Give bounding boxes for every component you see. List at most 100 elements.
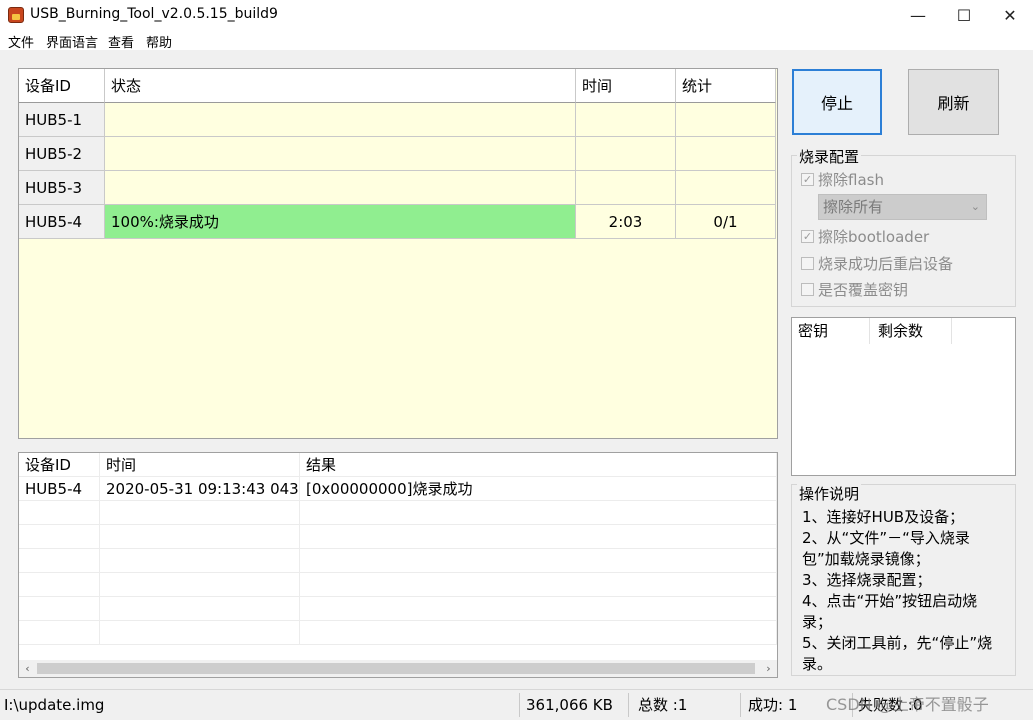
log-cell-empty <box>19 597 100 621</box>
scrollbar-thumb[interactable] <box>37 663 755 674</box>
erase-mode-value: 擦除所有 <box>823 198 884 216</box>
log-list[interactable]: 设备ID 时间 结果 HUB5-4 2020-05-31 09:13:43 04… <box>18 452 778 678</box>
device-grid[interactable]: 设备ID 状态 时间 统计 HUB5-1 HUB5-2 HUB5-3 HUB5-… <box>18 68 778 439</box>
erase-flash-checkbox[interactable]: ✓ 擦除flash <box>801 168 884 190</box>
log-row-empty <box>19 597 777 621</box>
log-cell-empty <box>19 621 100 645</box>
log-cell-empty <box>300 573 777 597</box>
scroll-right-arrow-icon[interactable]: › <box>760 660 777 677</box>
grid-cell-stats <box>676 137 776 171</box>
grid-cell-time: 2:03 <box>576 205 676 239</box>
grid-cell-time <box>576 171 676 205</box>
chevron-down-icon: ⌄ <box>970 200 980 213</box>
grid-header-stats[interactable]: 统计 <box>676 69 776 103</box>
close-button[interactable]: ✕ <box>987 0 1033 30</box>
instructions-title: 操作说明 <box>797 483 862 504</box>
log-row-empty <box>19 549 777 573</box>
grid-row[interactable]: HUB5-1 <box>19 103 776 137</box>
menu-file[interactable]: 文件 <box>8 32 34 51</box>
log-cell-empty <box>300 549 777 573</box>
status-success: 成功: 1 <box>748 696 798 714</box>
log-row-empty <box>19 621 777 645</box>
log-header-result[interactable]: 结果 <box>300 453 777 477</box>
log-cell-empty <box>300 597 777 621</box>
log-cell-empty <box>100 621 300 645</box>
burn-config-title: 烧录配置 <box>797 146 862 167</box>
overwrite-key-label: 是否覆盖密钥 <box>818 280 909 299</box>
grid-cell-stats: 0/1 <box>676 205 776 239</box>
refresh-button[interactable]: 刷新 <box>908 69 999 135</box>
grid-cell-stats <box>676 171 776 205</box>
log-cell-empty <box>100 597 300 621</box>
log-row[interactable]: HUB5-4 2020-05-31 09:13:43 043 [0x000000… <box>19 477 777 501</box>
grid-cell-device-id: HUB5-1 <box>19 103 105 137</box>
log-cell-device-id: HUB5-4 <box>19 477 100 501</box>
checkbox-check-icon: ✓ <box>801 229 814 243</box>
log-cell-result: [0x00000000]烧录成功 <box>300 477 777 501</box>
log-cell-empty <box>300 525 777 549</box>
log-cell-empty <box>19 525 100 549</box>
scroll-left-arrow-icon[interactable]: ‹ <box>19 660 36 677</box>
log-cell-empty <box>19 573 100 597</box>
maximize-button[interactable]: ☐ <box>941 0 987 30</box>
erase-bootloader-label: 擦除bootloader <box>818 227 930 246</box>
grid-header: 设备ID 状态 时间 统计 <box>19 69 776 103</box>
status-image-path: I:\update.img <box>4 696 105 714</box>
grid-header-device-id[interactable]: 设备ID <box>19 69 105 103</box>
log-cell-empty <box>19 549 100 573</box>
minimize-button[interactable]: — <box>895 0 941 30</box>
grid-cell-device-id: HUB5-4 <box>19 205 105 239</box>
key-list[interactable]: 密钥 剩余数 <box>791 317 1016 476</box>
grid-cell-time <box>576 103 676 137</box>
grid-cell-status <box>105 171 576 205</box>
key-list-header-key[interactable]: 密钥 <box>792 318 870 344</box>
grid-row[interactable]: HUB5-2 <box>19 137 776 171</box>
log-cell-empty <box>100 525 300 549</box>
csdn-watermark: CSDN @上帝不置骰子 <box>826 695 989 714</box>
erase-mode-select[interactable]: 擦除所有 ⌄ <box>818 194 987 220</box>
reboot-after-label: 烧录成功后重启设备 <box>818 254 954 273</box>
app-icon <box>8 7 24 23</box>
status-divider <box>519 693 520 717</box>
grid-cell-status-success: 100%:烧录成功 <box>105 205 576 239</box>
log-cell-empty <box>300 621 777 645</box>
key-list-header-remaining[interactable]: 剩余数 <box>872 318 952 344</box>
erase-bootloader-checkbox[interactable]: ✓ 擦除bootloader <box>801 225 929 247</box>
log-row-empty <box>19 501 777 525</box>
grid-cell-stats <box>676 103 776 137</box>
grid-row-active[interactable]: HUB5-4 100%:烧录成功 2:03 0/1 <box>19 205 776 239</box>
menu-language[interactable]: 界面语言 <box>46 32 98 51</box>
status-divider <box>740 693 741 717</box>
grid-cell-device-id: HUB5-2 <box>19 137 105 171</box>
log-cell-time: 2020-05-31 09:13:43 043 <box>100 477 300 501</box>
log-cell-empty <box>100 501 300 525</box>
menu-view[interactable]: 查看 <box>108 32 134 51</box>
grid-cell-time <box>576 137 676 171</box>
checkbox-empty-icon <box>801 282 814 296</box>
log-cell-empty <box>300 501 777 525</box>
log-header-device-id[interactable]: 设备ID <box>19 453 100 477</box>
log-row-empty <box>19 525 777 549</box>
status-divider <box>628 693 629 717</box>
instructions-text: 1、连接好HUB及设备； 2、从“文件”－“导入烧录包”加载烧录镜像； 3、选择… <box>802 508 993 673</box>
grid-header-time[interactable]: 时间 <box>576 69 676 103</box>
grid-cell-device-id: HUB5-3 <box>19 171 105 205</box>
checkbox-empty-icon <box>801 256 814 270</box>
log-cell-empty <box>19 501 100 525</box>
log-cell-empty <box>100 549 300 573</box>
grid-header-status[interactable]: 状态 <box>105 69 576 103</box>
reboot-after-checkbox[interactable]: 烧录成功后重启设备 <box>801 252 953 274</box>
menu-help[interactable]: 帮助 <box>146 32 172 51</box>
menu-bar: 文件 界面语言 查看 帮助 <box>0 30 1033 51</box>
stop-button[interactable]: 停止 <box>792 69 882 135</box>
log-row-empty <box>19 573 777 597</box>
overwrite-key-checkbox[interactable]: 是否覆盖密钥 <box>801 278 908 300</box>
log-header-time[interactable]: 时间 <box>100 453 300 477</box>
status-bar: I:\update.img 361,066 KB 总数 :1 成功: 1 失败数… <box>0 689 1033 719</box>
log-horizontal-scrollbar[interactable]: ‹ › <box>19 660 777 677</box>
erase-flash-label: 擦除flash <box>818 170 884 189</box>
grid-cell-status <box>105 137 576 171</box>
grid-row[interactable]: HUB5-3 <box>19 171 776 205</box>
grid-cell-status <box>105 103 576 137</box>
window-title: USB_Burning_Tool_v2.0.5.15_build9 <box>30 6 278 22</box>
